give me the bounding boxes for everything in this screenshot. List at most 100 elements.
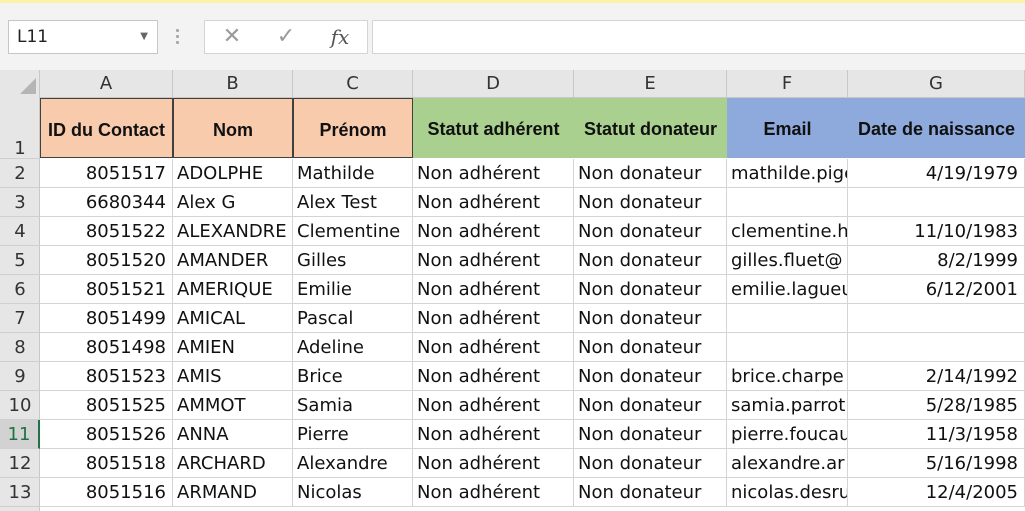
- table-cell[interactable]: clementine.h: [727, 217, 848, 246]
- table-cell[interactable]: Non adhérent: [413, 217, 574, 246]
- column-header-b[interactable]: B: [173, 70, 293, 98]
- table-cell[interactable]: 8/2/1999: [848, 246, 1025, 275]
- table-cell[interactable]: 8051526: [40, 420, 173, 449]
- table-cell[interactable]: [848, 188, 1025, 217]
- column-header-c[interactable]: C: [293, 70, 413, 98]
- table-cell[interactable]: Pierre: [293, 420, 413, 449]
- table-cell[interactable]: Alex G: [173, 188, 293, 217]
- row-header[interactable]: 13: [0, 478, 40, 507]
- table-cell[interactable]: Alexandre: [293, 449, 413, 478]
- row-header[interactable]: 4: [0, 217, 40, 246]
- table-cell[interactable]: [727, 304, 848, 333]
- table-cell[interactable]: emilie.lagueu: [727, 275, 848, 304]
- column-header-e[interactable]: E: [574, 70, 727, 98]
- table-cell[interactable]: [727, 188, 848, 217]
- table-cell[interactable]: Non donateur: [574, 275, 727, 304]
- table-cell[interactable]: 11/10/1983: [848, 217, 1025, 246]
- table-cell[interactable]: Non donateur: [574, 159, 727, 188]
- table-cell[interactable]: 8051518: [40, 449, 173, 478]
- table-cell[interactable]: AMANDER: [173, 246, 293, 275]
- toolbar-grip-icon[interactable]: [176, 29, 180, 47]
- table-cell[interactable]: Non adhérent: [413, 275, 574, 304]
- row-header[interactable]: 8: [0, 333, 40, 362]
- row-header[interactable]: 1: [0, 98, 40, 159]
- row-header[interactable]: 9: [0, 362, 40, 391]
- table-cell[interactable]: Non adhérent: [413, 188, 574, 217]
- table-cell[interactable]: Non adhérent: [413, 362, 574, 391]
- table-cell[interactable]: Non donateur: [574, 246, 727, 275]
- table-cell[interactable]: [727, 333, 848, 362]
- row-header[interactable]: 10: [0, 391, 40, 420]
- table-cell[interactable]: Non adhérent: [413, 246, 574, 275]
- table-cell[interactable]: Brice: [293, 362, 413, 391]
- table-cell[interactable]: Non adhérent: [413, 159, 574, 188]
- insert-function-icon[interactable]: fx: [325, 24, 355, 50]
- table-cell[interactable]: AMIEN: [173, 333, 293, 362]
- table-cell[interactable]: 12/4/2005: [848, 478, 1025, 507]
- table-cell[interactable]: Pascal: [293, 304, 413, 333]
- name-box[interactable]: L11 ▼: [8, 20, 158, 54]
- table-cell[interactable]: Non adhérent: [413, 420, 574, 449]
- table-cell[interactable]: Non donateur: [574, 217, 727, 246]
- table-cell[interactable]: Alex Test: [293, 188, 413, 217]
- column-header-d[interactable]: D: [413, 70, 574, 98]
- row-header[interactable]: 12: [0, 449, 40, 478]
- enter-icon[interactable]: ✓: [271, 24, 301, 50]
- row-header[interactable]: 6: [0, 275, 40, 304]
- header-cell[interactable]: Date de naissance: [848, 98, 1025, 158]
- table-cell[interactable]: 4/19/1979: [848, 159, 1025, 188]
- row-header[interactable]: 11: [0, 420, 40, 449]
- row-header[interactable]: 5: [0, 246, 40, 275]
- table-cell[interactable]: 8051499: [40, 304, 173, 333]
- table-cell[interactable]: AMMOT: [173, 391, 293, 420]
- table-cell[interactable]: Non adhérent: [413, 449, 574, 478]
- table-cell[interactable]: ADOLPHE: [173, 159, 293, 188]
- table-cell[interactable]: AMERIQUE: [173, 275, 293, 304]
- row-header[interactable]: 7: [0, 304, 40, 333]
- table-cell[interactable]: 5/16/1998: [848, 449, 1025, 478]
- table-cell[interactable]: Non donateur: [574, 333, 727, 362]
- table-cell[interactable]: Nicolas: [293, 478, 413, 507]
- table-cell[interactable]: 5/28/1985: [848, 391, 1025, 420]
- table-cell[interactable]: 8051517: [40, 159, 173, 188]
- table-cell[interactable]: 8051498: [40, 333, 173, 362]
- table-cell[interactable]: Non adhérent: [413, 333, 574, 362]
- row-header[interactable]: 3: [0, 188, 40, 217]
- table-cell[interactable]: Samia: [293, 391, 413, 420]
- table-cell[interactable]: [848, 333, 1025, 362]
- table-cell[interactable]: Non adhérent: [413, 478, 574, 507]
- table-cell[interactable]: Non adhérent: [413, 304, 574, 333]
- table-cell[interactable]: gilles.fluet@: [727, 246, 848, 275]
- table-cell[interactable]: ARMAND: [173, 478, 293, 507]
- header-cell[interactable]: Statut donateur: [574, 98, 727, 158]
- table-cell[interactable]: Emilie: [293, 275, 413, 304]
- table-cell[interactable]: ALEXANDRE: [173, 217, 293, 246]
- table-cell[interactable]: 2/14/1992: [848, 362, 1025, 391]
- header-cell[interactable]: Nom: [173, 98, 293, 158]
- table-cell[interactable]: ARCHARD: [173, 449, 293, 478]
- table-cell[interactable]: Non donateur: [574, 391, 727, 420]
- table-cell[interactable]: AMICAL: [173, 304, 293, 333]
- column-header-g[interactable]: G: [848, 70, 1025, 98]
- column-header-f[interactable]: F: [727, 70, 848, 98]
- table-cell[interactable]: alexandre.ar: [727, 449, 848, 478]
- table-cell[interactable]: Non donateur: [574, 362, 727, 391]
- table-cell[interactable]: Mathilde: [293, 159, 413, 188]
- table-cell[interactable]: samia.parrot: [727, 391, 848, 420]
- header-cell[interactable]: Statut adhérent: [413, 98, 574, 158]
- table-cell[interactable]: Non adhérent: [413, 391, 574, 420]
- table-cell[interactable]: ANNA: [173, 420, 293, 449]
- row-header[interactable]: 2: [0, 159, 40, 188]
- table-cell[interactable]: 6680344: [40, 188, 173, 217]
- table-cell[interactable]: mathilde.pige: [727, 159, 848, 188]
- table-cell[interactable]: nicolas.desru: [727, 478, 848, 507]
- table-cell[interactable]: Adeline: [293, 333, 413, 362]
- table-cell[interactable]: 8051525: [40, 391, 173, 420]
- table-cell[interactable]: brice.charpe: [727, 362, 848, 391]
- table-cell[interactable]: Non donateur: [574, 478, 727, 507]
- table-cell[interactable]: Non donateur: [574, 420, 727, 449]
- table-cell[interactable]: 8051522: [40, 217, 173, 246]
- header-cell[interactable]: Prénom: [293, 98, 413, 158]
- table-cell[interactable]: 8051516: [40, 478, 173, 507]
- header-cell[interactable]: Email: [727, 98, 848, 158]
